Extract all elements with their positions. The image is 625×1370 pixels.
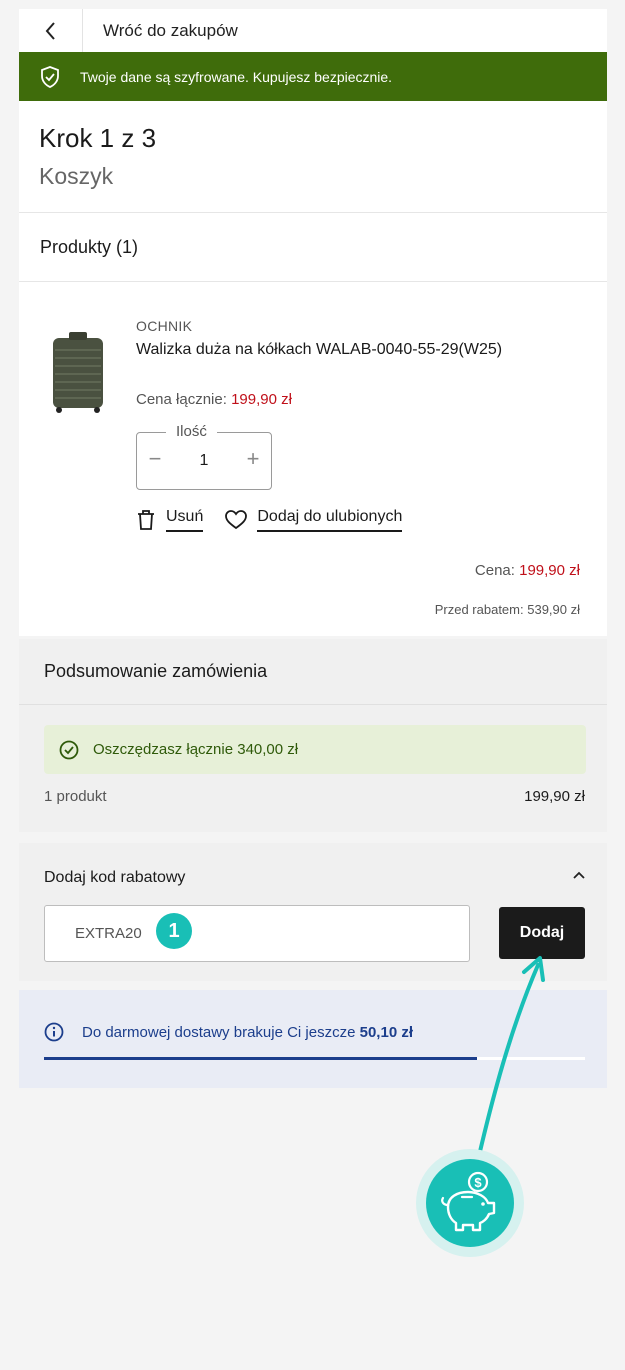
favorites-label: Dodaj do ulubionych xyxy=(257,508,403,532)
back-to-shopping-link[interactable]: Wróć do zakupów xyxy=(83,21,238,41)
back-button[interactable] xyxy=(19,9,83,52)
delivery-message: Do darmowej dostawy brakuje Ci jeszcze xyxy=(82,1023,356,1041)
discount-code-section: Dodaj kod rabatowy 1 Dodaj xyxy=(19,843,607,981)
quantity-stepper: Ilość − 1 + xyxy=(136,423,272,490)
piggy-badge: $ xyxy=(426,1159,514,1247)
step-subtitle: Koszyk xyxy=(39,163,114,189)
before-label: Przed rabatem: xyxy=(434,602,524,617)
product-name[interactable]: Walizka duża na kółkach WALAB-0040-55-29… xyxy=(136,341,502,359)
step-header: Krok 1 z 3 Koszyk xyxy=(19,101,607,213)
svg-text:$: $ xyxy=(474,1175,482,1190)
product-image[interactable] xyxy=(47,328,109,414)
cart-item: OCHNIK Walizka duża na kółkach WALAB-004… xyxy=(19,282,607,636)
step-title: Krok 1 z 3 xyxy=(39,123,157,153)
increase-quantity-button[interactable]: + xyxy=(243,448,263,470)
summary-count-row: 1 produkt 199,90 zł xyxy=(44,788,585,805)
order-summary: Podsumowanie zamówienia Oszczędzasz łącz… xyxy=(19,639,607,832)
discount-code-input[interactable] xyxy=(44,905,470,962)
delivery-amount: 50,10 zł xyxy=(359,1023,413,1041)
security-banner: Twoje dane są szyfrowane. Kupujesz bezpi… xyxy=(19,52,607,101)
checkout-page: Wróć do zakupów Twoje dane są szyfrowane… xyxy=(19,9,607,1088)
discount-heading: Dodaj kod rabatowy xyxy=(44,869,186,886)
heart-icon xyxy=(225,510,248,530)
delivery-text: Do darmowej dostawy brakuje Ci jeszcze 5… xyxy=(82,1024,413,1041)
before-value: 539,90 zł xyxy=(527,602,580,617)
item-price: Cena: 199,90 zł xyxy=(475,562,580,579)
chevron-left-icon xyxy=(45,21,55,40)
item-actions: Usuń Dodaj do ulubionych xyxy=(136,508,403,532)
delivery-progress-bar xyxy=(44,1057,585,1060)
savings-notice: Oszczędzasz łącznie 340,00 zł xyxy=(44,725,586,774)
annotation-step-badge: 1 xyxy=(156,913,192,949)
savings-text: Oszczędzasz łącznie 340,00 zł xyxy=(93,741,299,758)
piggy-bank-icon: $ xyxy=(441,1171,496,1232)
chevron-up-icon[interactable] xyxy=(571,867,587,883)
trash-icon xyxy=(138,510,154,530)
free-delivery-notice: Do darmowej dostawy brakuje Ci jeszcze 5… xyxy=(19,990,607,1088)
security-text: Twoje dane są szyfrowane. Kupujesz bezpi… xyxy=(80,68,393,85)
info-icon xyxy=(44,1022,64,1042)
price-label: Cena: xyxy=(474,562,515,579)
remove-label: Usuń xyxy=(166,508,204,532)
apply-discount-button[interactable]: Dodaj xyxy=(499,907,585,959)
add-to-favorites-button[interactable]: Dodaj do ulubionych xyxy=(225,508,403,532)
price-before-discount: Przed rabatem: 539,90 zł xyxy=(435,602,580,617)
products-heading: Produkty (1) xyxy=(19,213,607,282)
top-bar: Wróć do zakupów xyxy=(19,9,607,52)
product-count: 1 produkt xyxy=(44,788,107,805)
summary-heading: Podsumowanie zamówienia xyxy=(19,639,607,705)
check-circle-icon xyxy=(59,740,79,759)
delivery-row: Do darmowej dostawy brakuje Ci jeszcze 5… xyxy=(44,1022,413,1042)
delivery-progress-fill xyxy=(44,1057,477,1060)
total-value: 199,90 zł xyxy=(231,391,292,408)
product-total: Cena łącznie: 199,90 zł xyxy=(136,391,292,408)
remove-button[interactable]: Usuń xyxy=(136,508,204,532)
product-brand: OCHNIK xyxy=(136,318,193,334)
price-value: 199,90 zł xyxy=(519,562,580,579)
quantity-label: Ilość xyxy=(166,423,217,440)
total-label: Cena łącznie: xyxy=(136,391,227,408)
subtotal-value: 199,90 zł xyxy=(524,788,585,805)
shield-check-icon xyxy=(41,65,59,88)
